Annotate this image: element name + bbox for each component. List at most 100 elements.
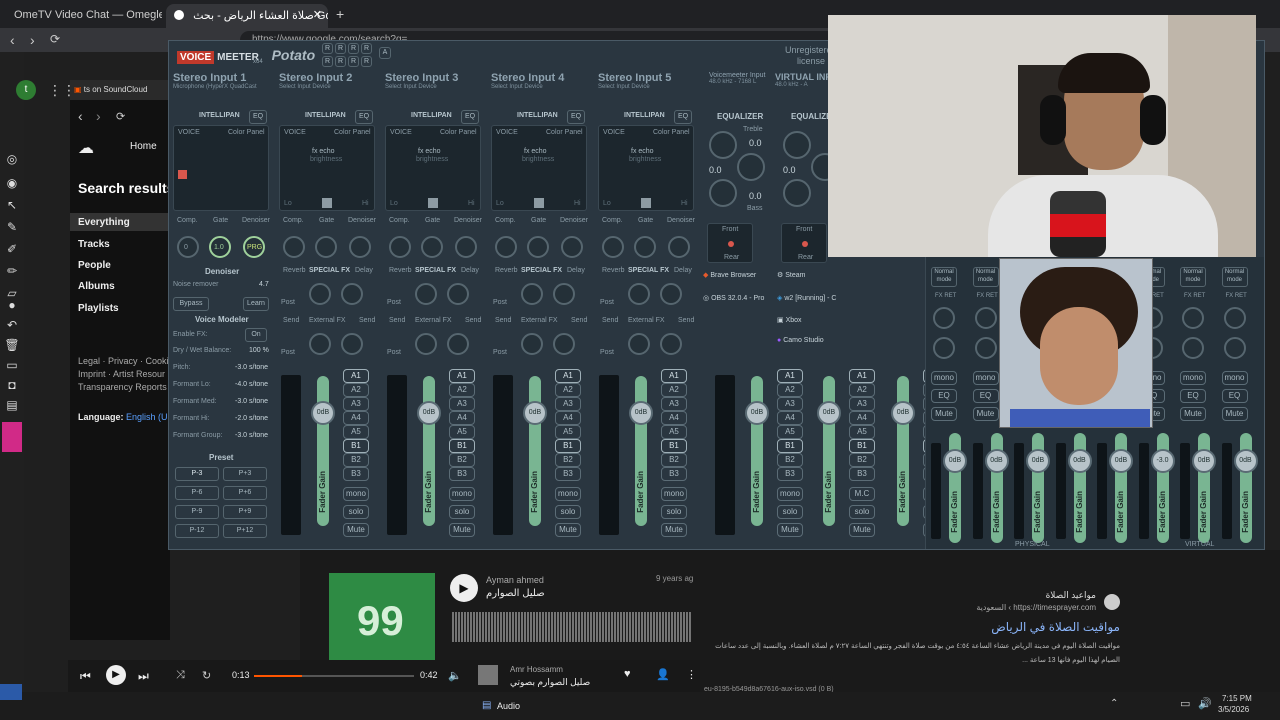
treble-knob[interactable] <box>709 131 737 159</box>
tray-up-icon[interactable]: ⌃ <box>1110 698 1118 709</box>
preset-p+3[interactable]: P+3 <box>223 467 267 481</box>
output-8-mute-button[interactable]: Mute <box>1221 407 1248 421</box>
pan-cursor-2[interactable] <box>802 241 808 247</box>
strip-3-mute-button[interactable]: Mute <box>555 523 581 537</box>
strip-4-bus-b2[interactable]: B2 <box>661 453 687 467</box>
strip-4-bus-a1[interactable]: A1 <box>661 369 687 383</box>
strip-2-bus-a2[interactable]: A2 <box>449 383 475 397</box>
strip-3-bus-b3[interactable]: B3 <box>555 467 581 481</box>
strip-6-bus-b2[interactable]: B2 <box>849 453 875 467</box>
ext-fx-knob-b-3[interactable] <box>447 333 469 355</box>
more-icon[interactable]: ⋮ <box>686 668 697 681</box>
track-artist[interactable]: Ayman ahmed <box>486 575 544 585</box>
comp-knob-1[interactable]: 0 <box>177 236 199 258</box>
strip-6-bus-a2[interactable]: A2 <box>849 383 875 397</box>
strip-5-bus-a1[interactable]: A1 <box>777 369 803 383</box>
r-button-4[interactable]: R <box>361 43 372 54</box>
output-8-mode-button[interactable]: Normal mode <box>1221 267 1248 287</box>
footer-line-2[interactable]: Imprint · Artist Resour <box>78 368 174 381</box>
taskbar-app-highlight[interactable] <box>0 684 22 700</box>
strip-2-mute-button[interactable]: Mute <box>449 523 475 537</box>
strip-6-bus-b3[interactable]: B3 <box>849 467 875 481</box>
now-playing-title[interactable]: صليل الصوارم بصوتي <box>510 677 590 688</box>
repeat-icon[interactable]: ↻ <box>202 669 211 682</box>
tab-ometv[interactable]: OmeTV Video Chat — Omegle Rand <box>6 4 162 28</box>
output-2-knob-b[interactable] <box>974 337 997 359</box>
output-1-knob-a[interactable] <box>933 307 955 329</box>
strip-6-mute-button[interactable]: Mute <box>849 523 875 537</box>
strip-1-solo-button[interactable]: solo <box>343 505 369 519</box>
intellipan-panel-3[interactable]: VOICE Color Panel fx echo brightness Lo Hi <box>385 125 481 211</box>
strip-5-knob-2[interactable] <box>634 236 656 258</box>
ext-fx-knob-b-4[interactable] <box>553 333 575 355</box>
soundcloud-logo[interactable]: ☁ <box>78 138 94 158</box>
r-button-2[interactable]: R <box>335 43 346 54</box>
learn-button[interactable]: Learn <box>243 297 269 311</box>
mid-knob[interactable] <box>737 153 765 181</box>
strip-5-knob-1[interactable] <box>602 236 624 258</box>
strip-4-knob-3[interactable] <box>561 236 583 258</box>
fader-knob-2[interactable]: 0dB <box>417 401 441 425</box>
intellipan-panel-5[interactable]: VOICE Color Panel fx echo brightness Lo Hi <box>598 125 694 211</box>
enable-fx-toggle[interactable]: On <box>245 328 267 342</box>
intellipan-cursor-3[interactable] <box>428 198 438 208</box>
strip-1-bus-b3[interactable]: B3 <box>343 467 369 481</box>
strip-1-bus-b1[interactable]: B1 <box>343 439 369 453</box>
strip-2-bus-a5[interactable]: A5 <box>449 425 475 439</box>
dot-icon[interactable]: ● <box>4 298 20 314</box>
now-playing-artist[interactable]: Amr Hossamm <box>510 665 563 674</box>
track-play-button[interactable]: ▶ <box>450 574 478 602</box>
preset-p-12[interactable]: P-12 <box>175 524 219 538</box>
output-1-eq-button[interactable]: EQ <box>931 389 957 403</box>
treble-knob-2[interactable] <box>783 131 811 159</box>
ext-fx-knob-a-4[interactable] <box>521 333 543 355</box>
strip-5-knob-3[interactable] <box>668 236 690 258</box>
sc-home-link[interactable]: Home <box>130 141 157 152</box>
preset-p+9[interactable]: P+9 <box>223 505 267 519</box>
volume-icon[interactable]: 🔈 <box>448 669 462 682</box>
input-3-header[interactable]: Stereo Input 3 Select Input Device <box>385 72 485 90</box>
strip-3-mono-button[interactable]: mono <box>555 487 581 501</box>
app-camo[interactable]: ● Camo Studio <box>777 337 824 344</box>
sc-back-icon[interactable]: ‹ <box>78 108 83 124</box>
track-title[interactable]: صليل الصوارم <box>486 588 545 599</box>
delay-knob-3[interactable] <box>447 283 469 305</box>
clock-time[interactable]: 7:15 PM <box>1222 694 1252 703</box>
strip-3-bus-a5[interactable]: A5 <box>555 425 581 439</box>
strip-2-knob-1[interactable] <box>283 236 305 258</box>
volume-tray-icon[interactable]: 🔊 <box>1198 697 1212 710</box>
input-1-header[interactable]: Stereo Input 1 Microphone (HyperX QuadCa… <box>173 72 273 90</box>
output-8-mono-button[interactable]: mono <box>1221 371 1248 385</box>
output-7-mode-button[interactable]: Normal mode <box>1180 267 1206 287</box>
fader-knob-6[interactable]: 0dB <box>817 401 841 425</box>
ext-fx-knob-b-5[interactable] <box>660 333 682 355</box>
sc-forward-icon[interactable]: › <box>96 108 101 124</box>
pan-panel-1[interactable]: Front Rear <box>707 223 753 263</box>
strip-3-bus-a3[interactable]: A3 <box>555 397 581 411</box>
strip-6-bus-a1[interactable]: A1 <box>849 369 875 383</box>
strip-4-bus-a2[interactable]: A2 <box>661 383 687 397</box>
output-1-mono-button[interactable]: mono <box>931 371 957 385</box>
reverb-knob-3[interactable] <box>415 283 437 305</box>
back-icon[interactable]: ‹ <box>10 32 15 48</box>
follow-icon[interactable]: 👤 <box>656 668 670 681</box>
output-1-mode-button[interactable]: Normal mode <box>931 267 957 287</box>
reverb-knob-5[interactable] <box>628 283 650 305</box>
strip-3-knob-3[interactable] <box>455 236 477 258</box>
strip-1-bus-b2[interactable]: B2 <box>343 453 369 467</box>
network-icon[interactable]: ▭ <box>1180 697 1190 710</box>
pan-panel-2[interactable]: Front Rear <box>781 223 827 263</box>
preset-p-3[interactable]: P-3 <box>175 467 219 481</box>
trash-icon[interactable]: 🗑 <box>4 338 20 354</box>
strip-5-bus-b3[interactable]: B3 <box>777 467 803 481</box>
clock-date[interactable]: 3/5/2026 <box>1218 705 1249 714</box>
delay-knob-4[interactable] <box>553 283 575 305</box>
fader-knob-5[interactable]: 0dB <box>745 401 769 425</box>
strip-3-bus-a1[interactable]: A1 <box>555 369 581 383</box>
eq-button-5[interactable]: EQ <box>674 110 692 124</box>
output-4-fader-knob[interactable]: 0dB <box>1067 449 1092 473</box>
screen-icon[interactable]: ▭ <box>4 358 20 374</box>
ext-fx-knob-a-2[interactable] <box>309 333 331 355</box>
output-2-eq-button[interactable]: EQ <box>972 389 999 403</box>
app-steam[interactable]: ⚙ Steam <box>777 271 805 279</box>
